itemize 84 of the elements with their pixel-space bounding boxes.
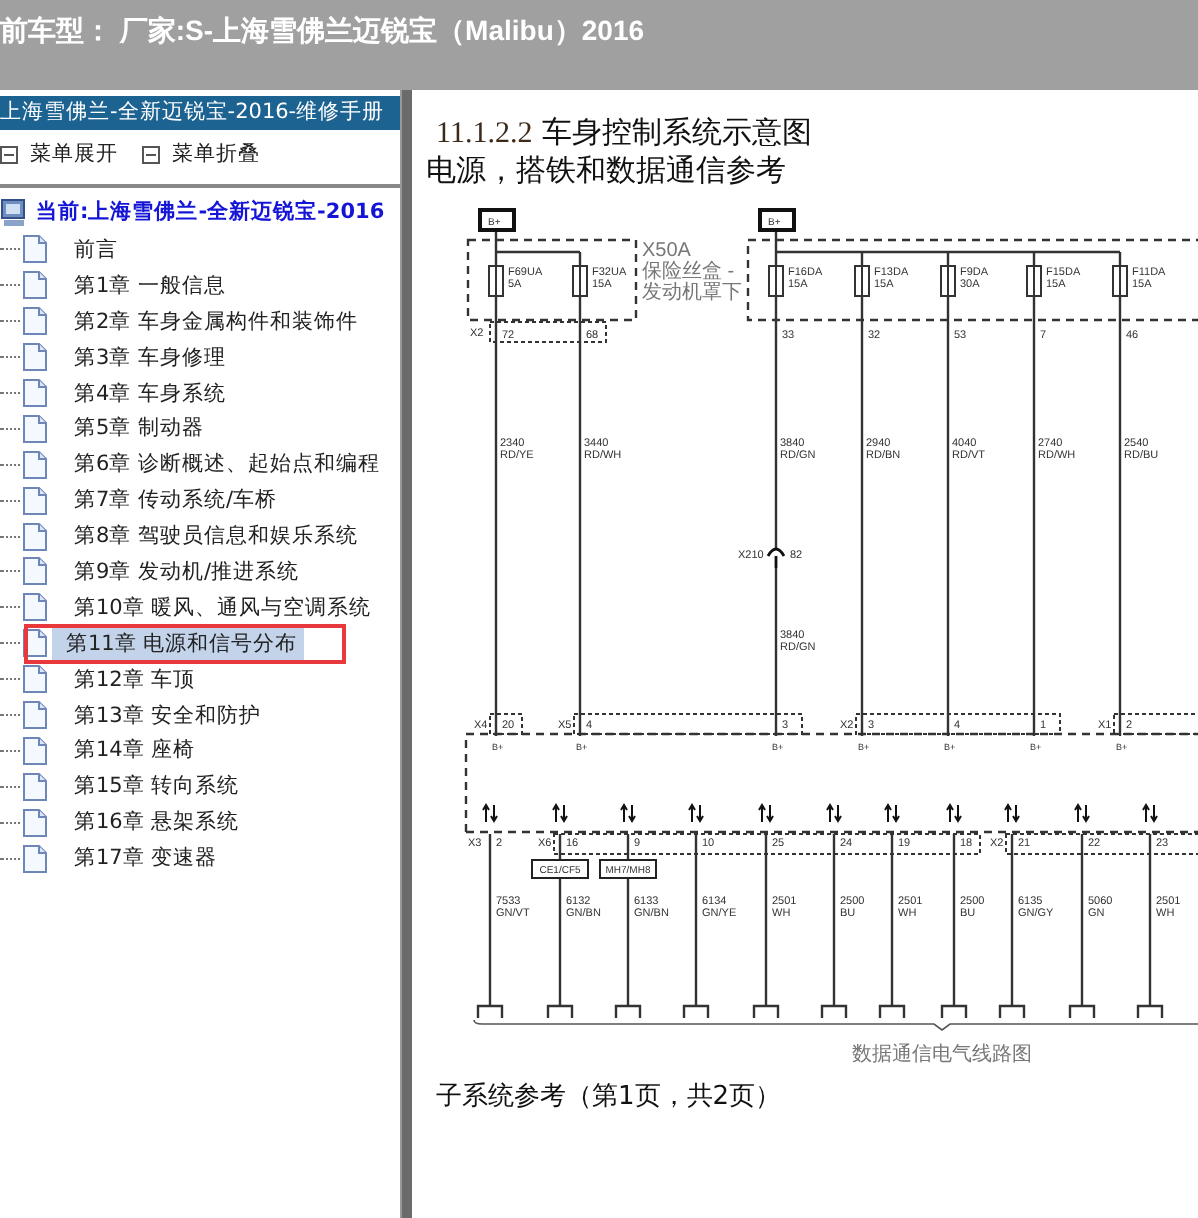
bus-label: 数据通信电气线路图	[852, 1044, 1032, 1066]
bidirectional-arrow-icon	[620, 803, 636, 823]
bidirectional-arrow-icon	[552, 803, 568, 823]
bidirectional-arrow-icon	[482, 803, 498, 823]
terminal-icon	[476, 1004, 504, 1018]
fuse-icon	[488, 265, 504, 297]
tree-item[interactable]: 第5章 制动器	[68, 412, 211, 445]
fuse-icon	[572, 265, 588, 297]
fuse-icon	[1026, 265, 1042, 297]
window-title: 前车型： 厂家:S-上海雪佛兰迈锐宝（Malibu）2016	[0, 14, 645, 46]
menu-toggle-button[interactable]: 菜单折叠	[142, 140, 260, 168]
terminal-icon	[614, 1004, 642, 1018]
page-icon	[22, 485, 48, 516]
page-icon	[22, 843, 48, 874]
tree-item[interactable]: 第3章 车身修理	[68, 341, 233, 374]
terminal-icon	[1136, 1004, 1164, 1018]
page-icon	[22, 413, 48, 444]
bus-line	[496, 250, 580, 254]
tree-item[interactable]: 第11章 电源和信号分布	[52, 627, 304, 660]
terminal-icon	[940, 1004, 968, 1018]
page-icon	[22, 735, 48, 766]
bidirectional-arrow-icon	[946, 803, 962, 823]
page-icon	[22, 378, 48, 408]
tree-item[interactable]: 第7章 传动系统/车桥	[68, 484, 284, 517]
terminal-icon	[820, 1004, 848, 1018]
page-icon	[22, 556, 48, 587]
computer-icon	[0, 197, 28, 227]
bidirectional-arrow-icon	[1074, 803, 1090, 823]
collapse-box-icon	[142, 145, 160, 163]
bidirectional-arrow-icon	[758, 803, 774, 823]
terminal-icon	[878, 1004, 906, 1018]
connector-outline	[489, 321, 607, 343]
tree-item[interactable]: 前言	[68, 233, 124, 266]
fuse-box-label: X50A 保险丝盒 - 发动机罩下	[642, 240, 742, 304]
inline-connector-icon	[766, 547, 786, 570]
tree-item[interactable]: 第4章 车身系统	[68, 377, 233, 409]
tree-item[interactable]: 第15章 转向系统	[68, 770, 246, 803]
page-icon	[22, 521, 48, 552]
bidirectional-arrow-icon	[826, 803, 842, 823]
terminal-icon	[752, 1004, 780, 1018]
bidirectional-arrow-icon	[1004, 803, 1020, 823]
fuse-icon	[768, 265, 784, 297]
tree-item[interactable]: 第10章 暖风、通风与空调系统	[68, 591, 378, 624]
tree-item[interactable]: 第17章 变速器	[68, 842, 224, 875]
tree-item[interactable]: 第13章 安全和防护	[68, 699, 268, 732]
fuse-icon	[1112, 265, 1128, 297]
terminal-icon	[1068, 1004, 1096, 1018]
tree-item[interactable]: 第12章 车顶	[68, 663, 202, 696]
terminal-icon	[682, 1004, 710, 1018]
fuse-icon	[940, 265, 956, 297]
page-icon	[22, 592, 48, 623]
subsystem-reference-text: 子系统参考（第1页，共2页）	[436, 1080, 784, 1114]
manual-title-bar: 上海雪佛兰-全新迈锐宝-2016-维修手册	[0, 96, 400, 130]
splice-box	[531, 859, 589, 879]
tree-item[interactable]: 第1章 一般信息	[68, 269, 233, 302]
menu-toggle-button[interactable]: 菜单展开	[0, 140, 118, 168]
terminal-icon	[998, 1004, 1026, 1018]
collapse-box-icon	[0, 145, 18, 163]
splice-box	[599, 859, 657, 879]
tree-item[interactable]: 第2章 车身金属构件和装饰件	[68, 305, 365, 338]
page-icon	[22, 807, 48, 838]
bidirectional-arrow-icon	[884, 803, 900, 823]
bidirectional-arrow-icon	[688, 803, 704, 823]
connector-outline	[489, 713, 523, 735]
tree-item[interactable]: 第14章 座椅	[68, 734, 202, 767]
page-icon	[22, 771, 48, 802]
fuse-icon	[854, 265, 870, 297]
bidirectional-arrow-icon	[1142, 803, 1158, 823]
tree-item[interactable]: 第6章 诊断概述、起始点和编程	[68, 448, 387, 481]
page-icon	[22, 700, 48, 731]
tree-item[interactable]: 第16章 悬架系统	[68, 806, 246, 839]
tree-item[interactable]: 第9章 发动机/推进系统	[68, 555, 306, 588]
tree-root-label[interactable]: 当前:上海雪佛兰-全新迈锐宝-2016	[36, 198, 385, 226]
section-subtitle: 电源，搭铁和数据通信参考	[426, 152, 788, 190]
page-icon	[22, 342, 48, 373]
page-icon	[22, 449, 48, 480]
page-icon	[22, 270, 48, 301]
terminal-icon	[546, 1004, 574, 1018]
page-icon	[22, 306, 48, 337]
page-icon	[22, 234, 48, 265]
tree-item[interactable]: 第8章 驾驶员信息和娱乐系统	[68, 520, 365, 553]
section-heading: 11.1.2.2 车身控制系统示意图	[436, 114, 814, 152]
connector-outline	[1113, 713, 1198, 735]
page-icon	[22, 664, 48, 695]
